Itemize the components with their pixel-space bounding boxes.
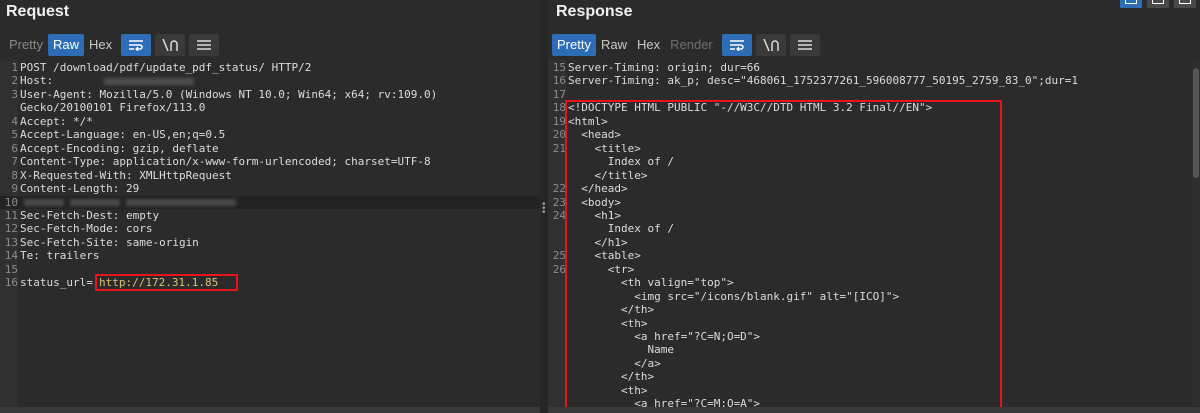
line-number: 20 [552,128,566,142]
menu-icon [797,40,812,50]
line-text: status_url= [20,276,93,290]
word-wrap-button[interactable] [121,34,152,56]
line-number: 10 [4,195,18,209]
line-number: 25 [552,249,566,263]
response-tab-render[interactable]: Render [665,34,718,56]
line-text: Server-Timing: ak_p; desc="468061_175237… [568,74,1078,88]
line-number: 15 [552,61,566,74]
line-number: 5 [11,128,18,142]
response-bottom-bar [548,407,1200,413]
line-text: Sec-Fetch-Mode: cors [20,222,153,236]
line-number: 23 [552,195,566,209]
scrollbar-thumb[interactable] [1193,68,1199,178]
request-tab-hex[interactable]: Hex [84,34,117,56]
line-text: Te: trailers [20,249,100,263]
line-number: 18 [552,101,566,115]
response-tab-raw[interactable]: Raw [596,34,632,56]
redacted-header [24,196,242,209]
line-number: 12 [4,222,18,236]
line-number: 2 [11,74,18,88]
line-text: Accept: */* [20,114,93,128]
word-wrap-icon [729,40,744,51]
response-word-wrap-button[interactable] [721,34,752,56]
response-tab-pretty[interactable]: Pretty [552,34,596,56]
line-text: Host: [20,74,60,88]
request-editor[interactable]: 1 POST /download/pdf/update_pdf_status/ H… [0,60,540,413]
response-pane: Response Pretty Raw Hex Render 15 Server… [548,0,1200,413]
redacted-host [104,77,194,85]
request-pane: Request Pretty Raw Hex 1 POST /download/p… [0,0,540,413]
newline-button[interactable] [155,34,186,56]
line-number: 8 [11,168,18,182]
line-number: 11 [4,208,18,222]
response-newline-button[interactable] [755,34,786,56]
line-number: 6 [11,141,18,155]
redacted-segment [24,199,64,206]
line-number: 26 [552,262,566,276]
menu-icon [197,40,212,50]
line-number: 21 [552,141,566,155]
word-wrap-icon [129,40,144,51]
response-menu-button[interactable] [789,34,820,56]
line-number: 4 [11,114,18,128]
request-bottom-bar [0,407,540,413]
line-text: Content-Length: 29 [20,182,140,196]
line-number: 16 [4,276,18,290]
line-text: Accept-Language: en-US,en;q=0.5 [20,128,226,142]
line-number: 19 [552,114,566,128]
line-text: POST /download/pdf/update_pdf_status/ HT… [20,61,312,74]
line-number: 1 [11,61,18,74]
request-toolbar: Pretty Raw Hex [4,34,220,56]
response-title: Response [556,3,633,20]
line-number: 9 [11,182,18,196]
line-number: 16 [552,74,566,88]
highlight-box-request [95,274,238,292]
newline-icon [763,38,779,52]
highlight-box-response [565,100,1002,410]
line-text: Accept-Encoding: gzip, deflate [20,141,219,155]
layout-horizontal-icon [1152,0,1164,4]
line-text: Server-Timing: origin; dur=66 [568,61,761,74]
redacted-segment [126,199,236,206]
line-text: Sec-Fetch-Dest: empty [20,208,160,222]
newline-icon [162,38,178,52]
response-toolbar: Pretty Raw Hex Render [552,34,820,56]
line-number: 22 [552,182,566,196]
grip-icon: • • • [542,199,546,218]
line-text: Sec-Fetch-Site: same-origin [20,235,199,249]
layout-switcher [1120,0,1196,8]
redacted-host-wrap [104,74,200,87]
request-title: Request [6,3,70,20]
response-tab-hex[interactable]: Hex [632,34,665,56]
line-number: 14 [4,249,18,263]
request-tab-raw[interactable]: Raw [47,34,84,56]
line-text: Content-Type: application/x-www-form-url… [20,155,431,169]
layout-single-icon [1179,0,1191,4]
layout-single-button[interactable] [1174,0,1196,8]
line-text: User-Agent: Mozilla/5.0 (Windows NT 10.0… [20,87,438,101]
response-scrollbar[interactable] [1192,60,1200,405]
line-text: X-Requested-With: XMLHttpRequest [20,168,232,182]
request-tab-pretty[interactable]: Pretty [4,34,48,56]
layout-horizontal-button[interactable] [1147,0,1169,8]
layout-split-icon [1125,0,1137,4]
line-number: 13 [4,235,18,249]
line-number: 24 [552,208,566,222]
line-text: Gecko/20100101 Firefox/113.0 [20,101,206,115]
line-number: 17 [552,87,566,101]
line-number: 3 [11,87,18,101]
line-number: 7 [11,155,18,169]
pane-splitter[interactable]: • • • [540,0,548,413]
response-editor[interactable]: 15 Server-Timing: origin; dur=66 16 Server-… [548,60,1200,413]
layout-split-button[interactable] [1120,0,1142,8]
line-number: 15 [4,262,18,276]
redacted-segment [70,199,120,206]
menu-button[interactable] [189,34,220,56]
